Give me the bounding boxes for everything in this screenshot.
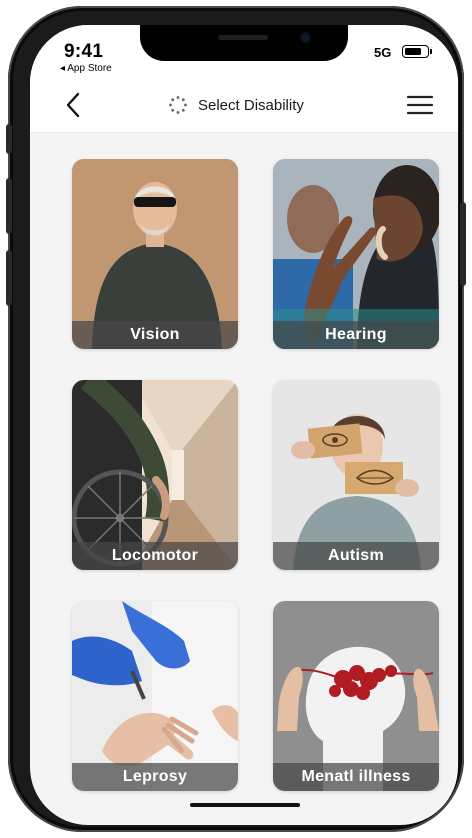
card-label: Autism [273,542,439,570]
phone-frame: 9:41 ◂ App Store 5G Select Disability Vi… [6,6,466,832]
app-screen: 9:41 ◂ App Store 5G Select Disability Vi… [30,25,458,825]
volume-down-button [6,250,12,306]
disability-card-locomotor[interactable]: Locomotor [72,380,238,570]
disability-grid: Vision Hearing Locomotor Autism Leprosy … [30,133,458,825]
disability-card-leprosy[interactable]: Leprosy [72,601,238,791]
chevron-left-icon[interactable] [62,91,86,119]
card-label: Hearing [273,321,439,349]
power-button [460,202,466,286]
home-indicator[interactable] [190,803,300,807]
notch [140,25,348,61]
network-indicator: 5G [374,45,392,60]
speaker-grille [218,35,268,40]
spinner-icon [169,96,187,114]
battery-tip [430,49,432,54]
page-title: Select Disability [198,96,304,114]
volume-up-button [6,178,12,234]
nav-title-group: Select Disability [168,94,304,116]
card-label: Vision [72,321,238,349]
disability-card-vision[interactable]: Vision [72,159,238,349]
hamburger-menu-icon[interactable] [406,93,434,117]
app-store-back-link[interactable]: ◂ App Store [60,63,112,74]
navigation-bar: Select Disability [30,77,458,133]
card-label: Menatl illness [273,763,439,791]
card-label: Locomotor [72,542,238,570]
silent-switch [6,124,12,154]
disability-card-autism[interactable]: Autism [273,380,439,570]
battery-icon [402,45,429,58]
card-label: Leprosy [72,763,238,791]
status-time: 9:41 [64,41,104,62]
disability-card-mental-illness[interactable]: Menatl illness [273,601,439,791]
disability-card-hearing[interactable]: Hearing [273,159,439,349]
front-camera [300,32,311,43]
